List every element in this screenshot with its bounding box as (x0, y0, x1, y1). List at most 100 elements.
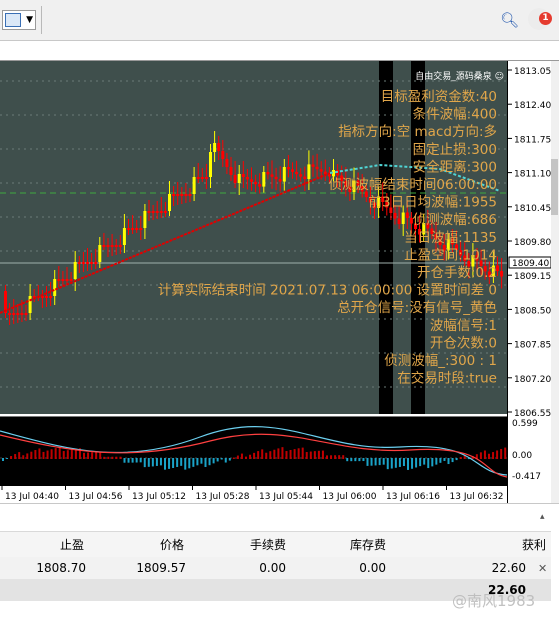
indicator-tick-label: 0.599 (512, 419, 538, 429)
histogram-bar (54, 448, 57, 459)
swap-value: 0.00 (359, 561, 386, 575)
histogram-bar (289, 450, 292, 459)
time-tick-label: 13 Jul 05:12 (132, 492, 186, 502)
price-chart[interactable]: 自由交易_源码桑泉 ☺ 目标盈利资金数:40 条件波幅:400 指标方向:空 mac… (0, 61, 507, 414)
histogram-bar (374, 458, 377, 466)
notifications-button[interactable]: 1 (528, 8, 552, 30)
price-tick-label: 1810.45 (514, 204, 551, 214)
histogram-bar (159, 458, 162, 466)
histogram-bar (83, 452, 85, 459)
histogram-bar (321, 450, 324, 459)
histogram-bar (378, 458, 381, 466)
histogram-bar (200, 458, 203, 464)
histogram-bar (394, 458, 397, 468)
histogram-bar (338, 455, 341, 459)
info-overlay: 目标盈利资金数:40条件波幅:400指标方向:空 macd方向:多固定止损:30… (158, 89, 497, 387)
price-tick-label: 1806.55 (514, 409, 551, 419)
histogram-bar (346, 458, 349, 462)
histogram-bar (172, 458, 175, 468)
histogram-bar (297, 448, 300, 459)
vertical-scrollbar[interactable] (551, 61, 559, 504)
time-tick-label: 13 Jul 04:56 (69, 492, 123, 502)
info-line: 指标方向:空 macd方向:多 (338, 123, 497, 140)
histogram-bar (208, 458, 211, 466)
histogram-bar (216, 458, 219, 462)
price-axis[interactable]: 1813.05 1812.40 1811.75 1811.10 1810.45 1809.… (507, 61, 552, 504)
histogram-bar (224, 458, 227, 463)
histogram-bar (451, 458, 454, 463)
histogram-bar (500, 448, 503, 459)
histogram-bar (313, 451, 316, 459)
macd-histogram (0, 426, 507, 478)
histogram-bar (34, 450, 37, 459)
histogram-bar (236, 455, 239, 459)
histogram-bar (58, 447, 61, 459)
price-tick-label: 1811.10 (514, 170, 551, 180)
histogram-bar (232, 457, 235, 459)
histogram-bar (415, 458, 418, 468)
histogram-bar (390, 458, 393, 469)
time-tick-label: 13 Jul 05:28 (196, 492, 250, 502)
info-line: 侦测波幅:686 (413, 212, 497, 228)
col-profit[interactable]: 获利 (500, 536, 546, 553)
price-tick-label: 1811.75 (514, 135, 551, 145)
histogram-bar (176, 458, 179, 467)
profit-value: 22.60 (491, 561, 526, 575)
info-line: 在交易时段:true (397, 370, 497, 387)
col-tp[interactable]: 止盈 (40, 536, 84, 553)
time-tick-label: 13 Jul 06:32 (450, 492, 504, 502)
info-line: 开仓手数:0.2 (417, 265, 497, 281)
histogram-bar (30, 451, 33, 459)
time-axis[interactable]: 13 Jul 04:40 13 Jul 04:56 13 Jul 05:12 13 J… (0, 485, 507, 505)
info-line: 止盈空间:1014 (404, 247, 497, 263)
chart-type-dropdown[interactable]: ▼ (2, 10, 36, 30)
watermark: @南风1983 (452, 592, 536, 610)
histogram-bar (220, 458, 223, 460)
histogram-bar (184, 458, 187, 470)
search-icon[interactable]: 🔍︎ (500, 11, 519, 29)
close-position-icon[interactable]: ✕ (538, 562, 547, 575)
collapse-icon[interactable]: ▴ (540, 512, 550, 522)
time-tick-label: 13 Jul 05:44 (259, 492, 313, 502)
histogram-bar (139, 458, 142, 463)
histogram-bar (164, 458, 166, 470)
histogram-bar (326, 455, 328, 459)
col-swap[interactable]: 库存费 (340, 536, 386, 553)
current-price-label: 1809.40 (512, 259, 549, 269)
table-row[interactable]: 1808.70 1809.57 0.00 0.00 22.60 (0, 557, 551, 579)
table-header: 止盈 价格 手续费 库存费 获利 (0, 531, 551, 558)
histogram-bar (407, 458, 409, 470)
histogram-bar (265, 452, 268, 459)
histogram-bar (196, 458, 199, 466)
price-tick-label: 1809.80 (514, 238, 551, 248)
col-commission[interactable]: 手续费 (240, 536, 286, 553)
histogram-bar (386, 458, 389, 470)
histogram-bar (46, 450, 49, 459)
histogram-bar (398, 458, 401, 467)
histogram-bar (135, 458, 138, 463)
histogram-bar (18, 452, 21, 459)
histogram-bar (204, 458, 207, 467)
histogram-bar (459, 457, 462, 459)
histogram-bar (492, 452, 495, 459)
price-tick-label: 1813.05 (514, 67, 551, 77)
indicator-tick-label: -0.417 (512, 472, 541, 482)
histogram-bar (309, 451, 312, 459)
info-line: 条件波幅:400 (413, 106, 497, 123)
histogram-bar (123, 458, 126, 463)
histogram-bar (245, 456, 247, 459)
col-price[interactable]: 价格 (140, 536, 184, 553)
histogram-bar (212, 458, 215, 464)
chevron-down-icon: ▼ (26, 15, 33, 25)
histogram-bar (411, 458, 414, 469)
histogram-bar (419, 458, 422, 467)
scrollbar-thumb[interactable] (551, 159, 558, 215)
histogram-bar (447, 458, 450, 465)
histogram-bar (488, 453, 490, 459)
info-line: 侦测波幅_:300 : 1 (384, 353, 497, 369)
histogram-bar (249, 454, 252, 459)
histogram-bar (366, 458, 369, 466)
histogram-bar (362, 458, 365, 462)
info-line: 波幅信号:1 (430, 318, 497, 334)
macd-indicator-panel[interactable] (0, 416, 507, 486)
